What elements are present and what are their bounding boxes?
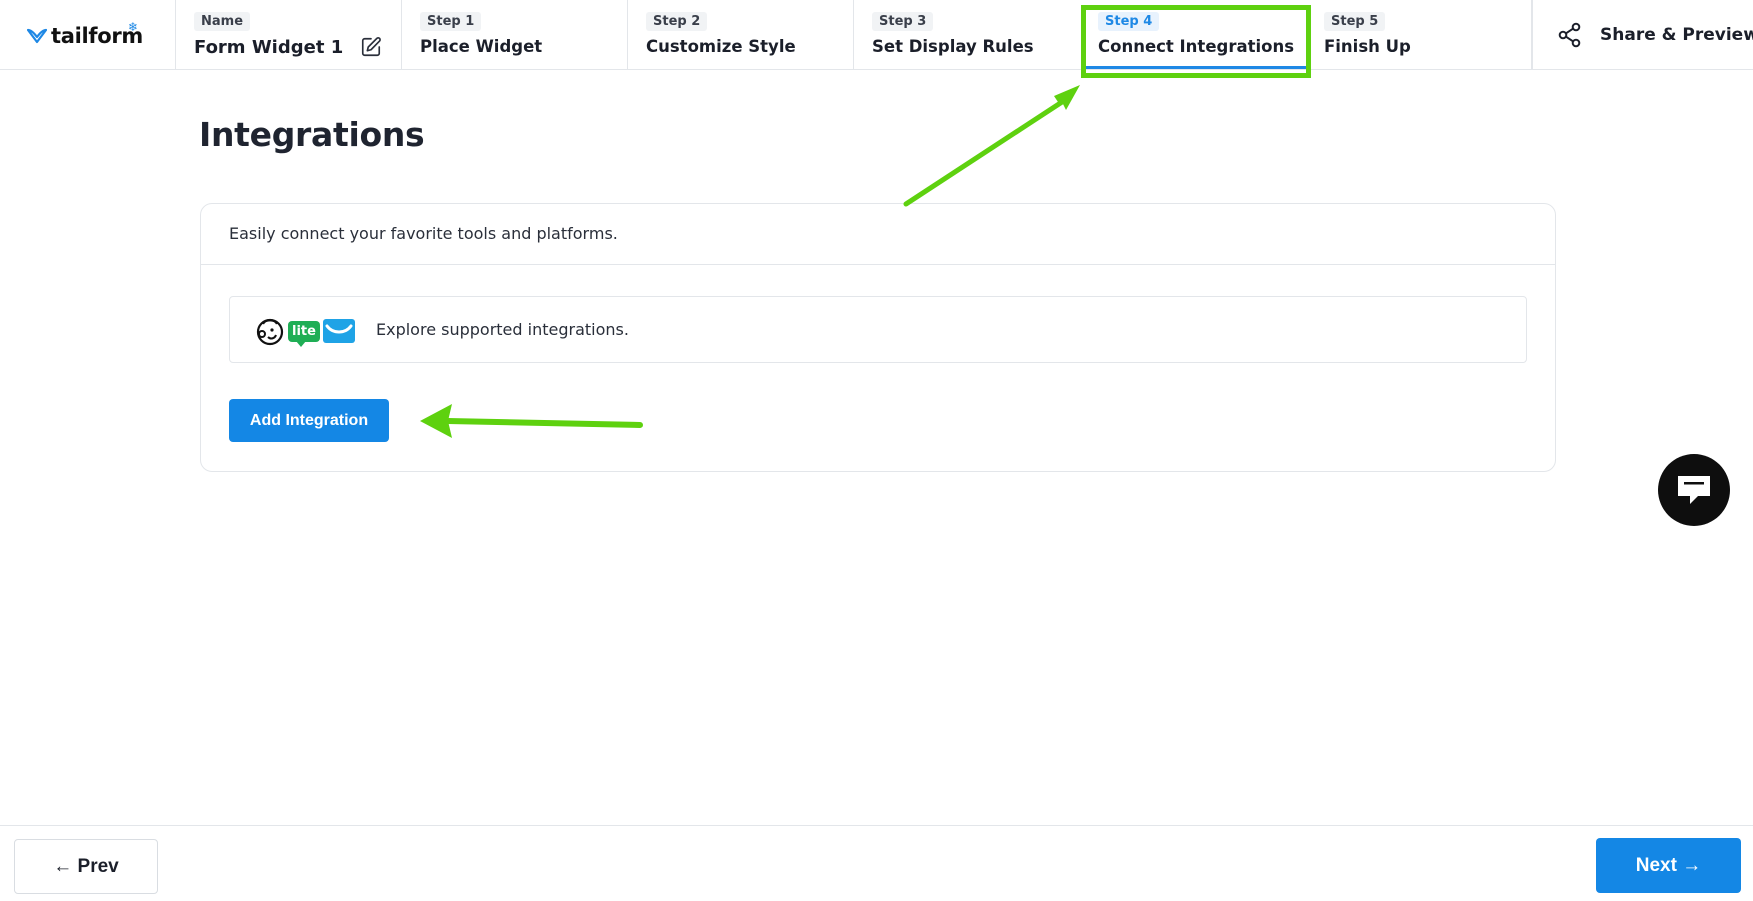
page-title: Integrations xyxy=(199,115,425,154)
step-4-connect-integrations[interactable]: Step 4 Connect Integrations xyxy=(1080,0,1312,69)
active-step-underline xyxy=(1086,66,1306,69)
step-label: Step 2 xyxy=(646,12,708,31)
widget-name-field[interactable]: Name Form Widget 1 xyxy=(176,0,402,69)
explore-integrations-text: Explore supported integrations. xyxy=(376,320,629,339)
arrow-to-step-4-icon xyxy=(903,85,1080,207)
mailerlite-logo-icon: lite xyxy=(288,320,320,347)
top-navigation-bar: tailform ❄ Name Form Widget 1 Step 1 Pla… xyxy=(0,0,1753,70)
step-title: Place Widget xyxy=(420,37,543,56)
card-description: Easily connect your favorite tools and p… xyxy=(201,204,1555,265)
name-label: Name xyxy=(194,12,251,31)
snowflake-icon: ❄ xyxy=(128,20,139,34)
tailform-logo-icon xyxy=(27,28,47,44)
step-title: Set Display Rules xyxy=(872,37,1034,56)
step-label: Step 4 xyxy=(1098,12,1160,31)
prev-button[interactable]: ← Prev xyxy=(14,839,158,894)
integrations-card: Easily connect your favorite tools and p… xyxy=(200,203,1556,472)
share-preview-label: Share & Preview xyxy=(1600,25,1753,45)
widget-name: Form Widget 1 xyxy=(194,37,344,58)
step-title: Finish Up xyxy=(1324,37,1411,56)
step-label: Step 5 xyxy=(1324,12,1386,31)
step-title: Customize Style xyxy=(646,37,796,56)
getresponse-logo-icon xyxy=(322,319,355,343)
step-5-finish-up[interactable]: Step 5 Finish Up xyxy=(1312,0,1532,69)
step-2-customize-style[interactable]: Step 2 Customize Style xyxy=(628,0,854,69)
step-label: Step 1 xyxy=(420,12,482,31)
add-integration-button[interactable]: Add Integration xyxy=(229,399,389,442)
step-3-set-display-rules[interactable]: Step 3 Set Display Rules xyxy=(854,0,1080,69)
chat-widget-button[interactable] xyxy=(1658,454,1730,526)
edit-icon[interactable] xyxy=(360,36,382,58)
mailchimp-logo-icon xyxy=(256,318,284,346)
logo-area[interactable]: tailform ❄ xyxy=(0,0,176,69)
share-icon xyxy=(1558,22,1581,48)
share-preview-button[interactable]: Share & Preview xyxy=(1532,0,1753,69)
integration-logos: lite xyxy=(255,315,355,347)
next-button[interactable]: Next → xyxy=(1596,838,1741,893)
step-label: Step 3 xyxy=(872,12,934,31)
step-1-place-widget[interactable]: Step 1 Place Widget xyxy=(402,0,628,69)
step-title: Connect Integrations xyxy=(1098,37,1295,56)
chat-bubble-icon xyxy=(1678,476,1710,504)
footer-bar: ← Prev Next → xyxy=(0,825,1753,901)
explore-integrations-row[interactable]: lite Explore supported integrations. xyxy=(229,296,1527,363)
